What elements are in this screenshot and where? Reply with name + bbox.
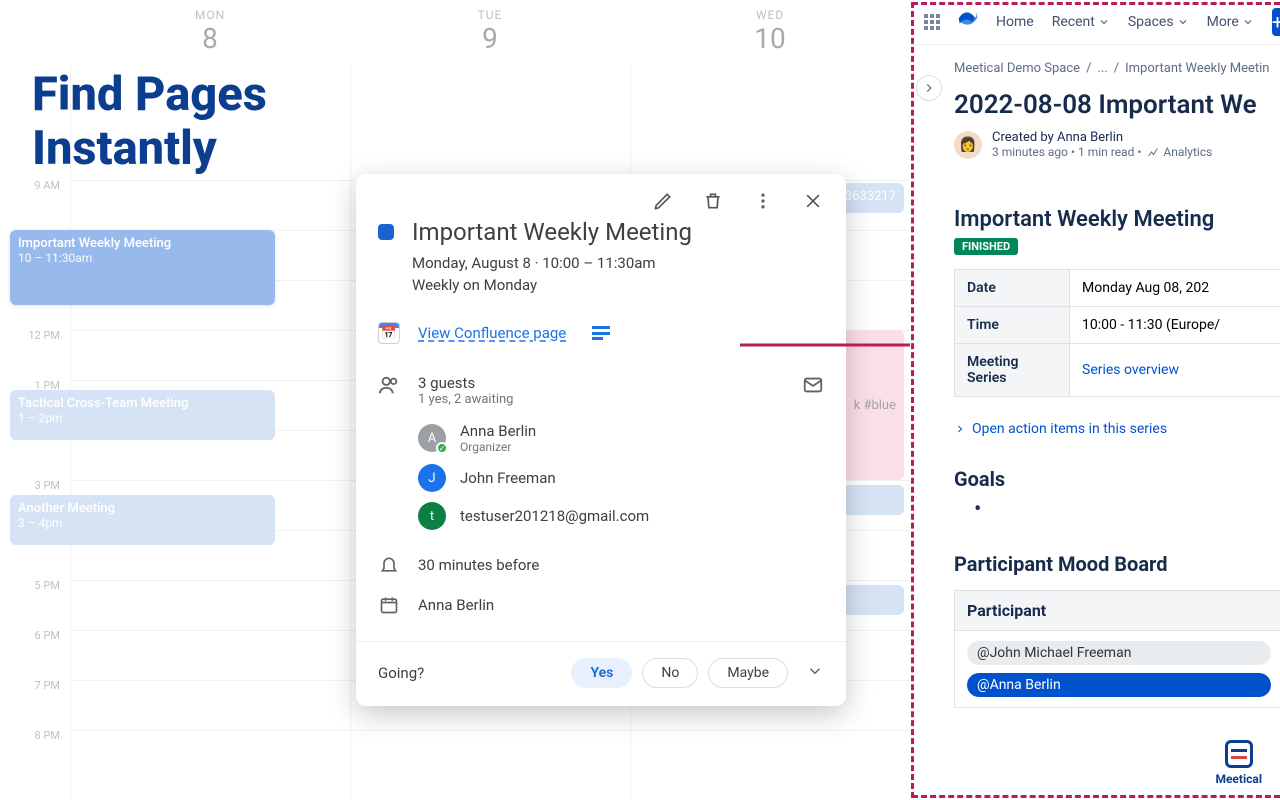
status-badge: FINISHED	[954, 238, 1018, 255]
confluence-logo-icon[interactable]	[958, 10, 978, 35]
nav-recent[interactable]: Recent	[1052, 14, 1110, 30]
author-line: Created by Anna Berlin	[992, 130, 1212, 145]
event-title: Important Weekly Meeting	[412, 218, 692, 246]
event-popover: Important Weekly Meeting Monday, August …	[356, 174, 846, 706]
mention-pill-self[interactable]: @Anna Berlin	[967, 673, 1271, 697]
page-title: 2022-08-08 Important We	[954, 90, 1280, 120]
event-recurrence: Weekly on Monday	[378, 276, 824, 294]
email-guests-icon[interactable]	[802, 374, 824, 396]
mention-pill[interactable]: @John Michael Freeman	[967, 641, 1271, 665]
hour-label: 7 PM	[0, 679, 70, 729]
close-icon[interactable]	[800, 188, 826, 214]
table-cell: 10:00 - 11:30 (Europe/	[1070, 307, 1280, 344]
page-meta: 3 minutes ago • 1 min read •	[992, 145, 1141, 159]
bullet-point: •	[974, 497, 1280, 522]
event-datetime: Monday, August 8 · 10:00 – 11:30am	[378, 254, 824, 272]
people-icon	[378, 374, 400, 396]
calendar-icon	[378, 595, 400, 615]
confluence-nav: Home Recent Spaces More +	[910, 0, 1280, 45]
author-avatar[interactable]: 👩	[954, 131, 982, 159]
event-tactical[interactable]: Tactical Cross-Team Meeting 1 – 2pm	[10, 390, 275, 440]
check-icon: ✓	[436, 442, 448, 454]
guest-row[interactable]: t testuser201218@gmail.com	[418, 497, 784, 535]
series-link[interactable]: Series overview	[1082, 362, 1179, 378]
meetical-icon: 📅	[378, 322, 400, 344]
nav-more[interactable]: More	[1207, 14, 1254, 30]
guest-row[interactable]: A✓ Anna BerlinOrganizer	[418, 417, 784, 459]
nav-home[interactable]: Home	[996, 14, 1034, 30]
confluence-panel: Home Recent Spaces More + Meetical Demo …	[910, 0, 1280, 800]
rsvp-yes-button[interactable]: Yes	[571, 658, 632, 688]
breadcrumb[interactable]: Meetical Demo Space/ .../ Important Week…	[954, 61, 1280, 76]
nav-spaces[interactable]: Spaces	[1128, 14, 1189, 30]
hour-label: 5 PM	[0, 579, 70, 629]
view-confluence-link[interactable]: View Confluence page	[418, 324, 566, 342]
marketing-headline: Find Pages Instantly	[32, 68, 267, 176]
more-vert-icon[interactable]	[750, 188, 776, 214]
hour-label: 6 PM	[0, 629, 70, 679]
rsvp-no-button[interactable]: No	[642, 658, 698, 688]
open-action-items-link[interactable]: Open action items in this series	[954, 421, 1280, 437]
calendar-owner: Anna Berlin	[418, 596, 494, 614]
hour-label: 8 PM	[0, 729, 70, 779]
mood-board-table: Participant @John Michael Freeman @Anna …	[954, 590, 1280, 708]
hour-label: 12 PM	[0, 329, 70, 379]
rsvp-chevron-down-icon[interactable]	[806, 662, 824, 684]
meeting-info-table: DateMonday Aug 08, 202 Time10:00 - 11:30…	[954, 269, 1280, 397]
hour-label: 9 AM	[0, 179, 70, 229]
day-header-tue: TUE 9	[350, 0, 630, 65]
event-color-swatch	[378, 224, 394, 240]
goals-heading: Goals	[954, 467, 1280, 491]
section-title: Important Weekly Meeting	[954, 207, 1280, 232]
mood-head: Participant	[955, 591, 1280, 631]
guest-row[interactable]: J John Freeman	[418, 459, 784, 497]
guests-count: 3 guests	[418, 374, 784, 392]
going-label: Going?	[378, 664, 424, 682]
day-header-wed: WED 10	[630, 0, 910, 65]
reminder-text: 30 minutes before	[418, 556, 539, 574]
analytics-link[interactable]: Analytics	[1147, 145, 1212, 159]
table-cell: Monday Aug 08, 202	[1070, 270, 1280, 307]
edit-icon[interactable]	[650, 188, 676, 214]
meetical-brand-icon	[1225, 740, 1253, 768]
event-important-weekly[interactable]: Important Weekly Meeting 10 – 11:30am	[10, 230, 275, 305]
app-switcher-icon[interactable]	[924, 14, 940, 30]
delete-icon[interactable]	[700, 188, 726, 214]
create-button[interactable]: +	[1272, 8, 1280, 36]
rsvp-maybe-button[interactable]: Maybe	[708, 658, 788, 688]
guests-status: 1 yes, 2 awaiting	[418, 392, 784, 407]
mood-heading: Participant Mood Board	[954, 552, 1280, 576]
notes-icon[interactable]	[592, 326, 610, 340]
bell-icon	[378, 555, 400, 575]
meetical-brand: Meetical	[1215, 740, 1262, 786]
day-header-mon: MON 8	[70, 0, 350, 65]
event-another[interactable]: Another Meeting 3 – 4pm	[10, 495, 275, 545]
collapse-sidebar-icon[interactable]	[916, 75, 942, 101]
